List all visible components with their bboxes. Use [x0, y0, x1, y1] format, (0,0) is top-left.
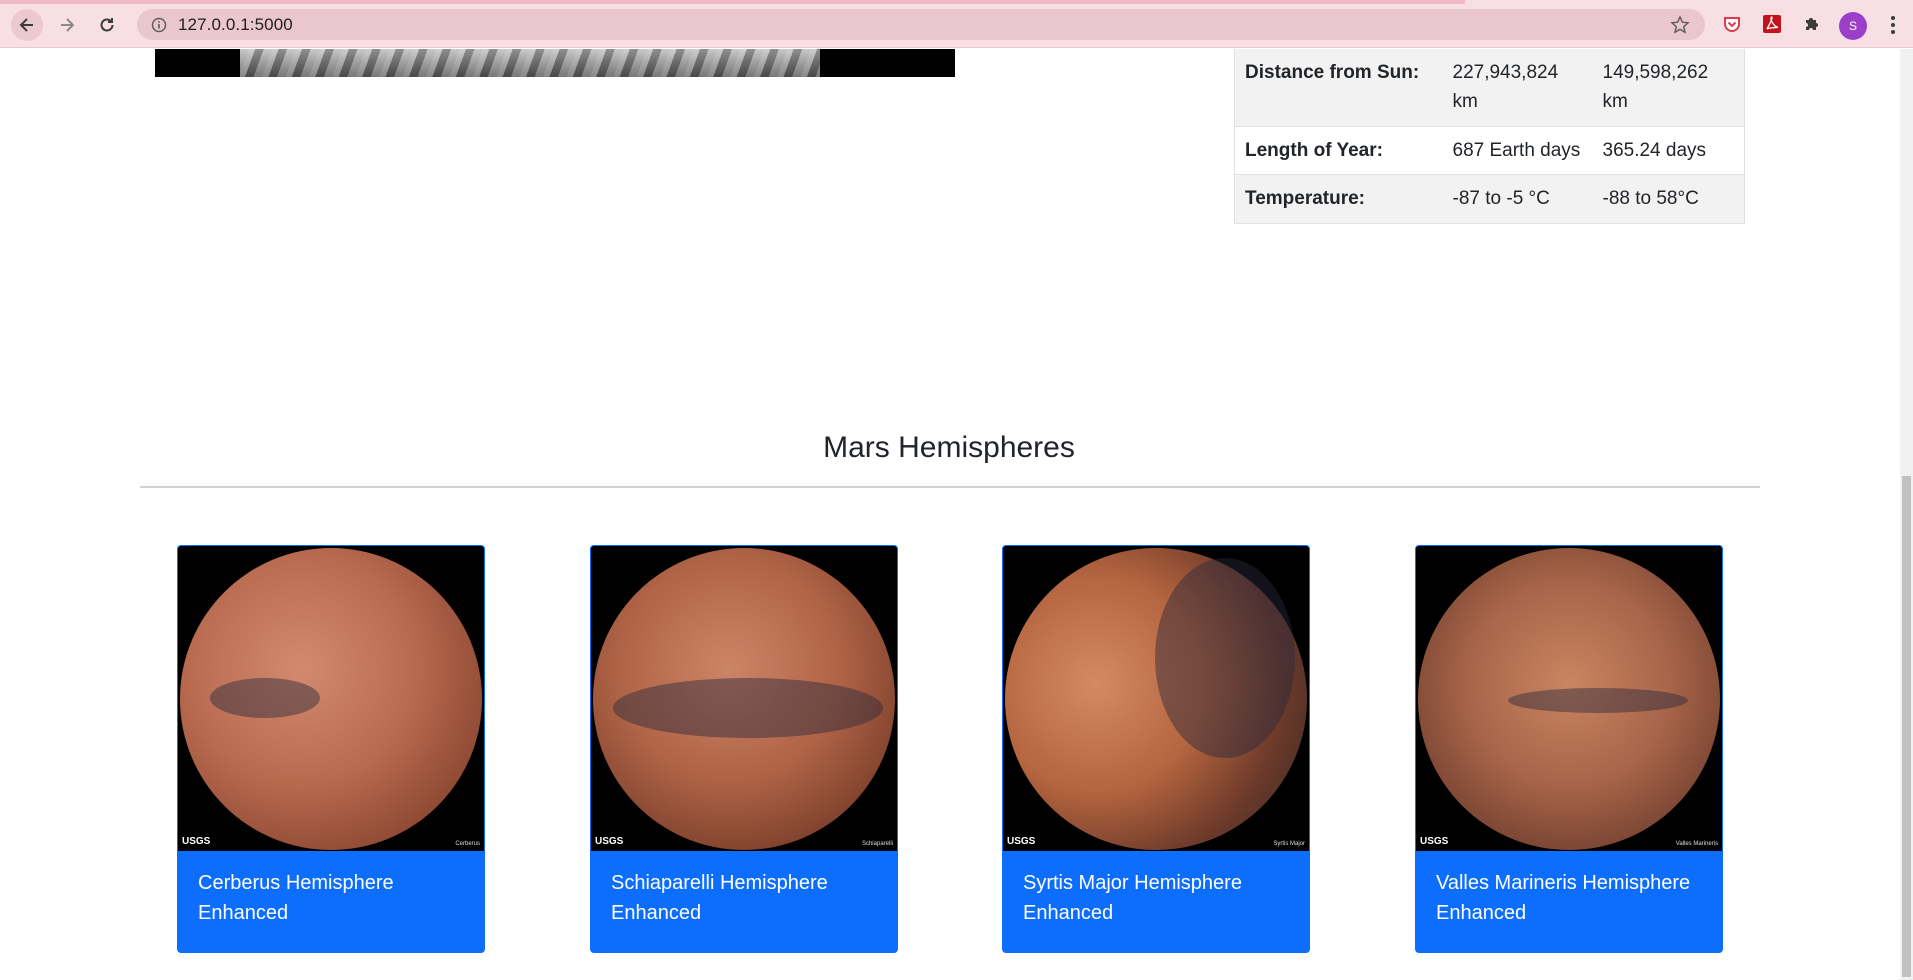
divider	[140, 486, 1760, 488]
planet-graphic	[1418, 548, 1720, 850]
fact-earth-value: -88 to 58°C	[1592, 174, 1745, 224]
hemisphere-title[interactable]: Valles Marineris Hemisphere Enhanced	[1436, 868, 1706, 929]
fact-label: Temperature:	[1234, 174, 1443, 224]
hemisphere-title[interactable]: Cerberus Hemisphere Enhanced	[198, 868, 468, 929]
browser-toolbar: 127.0.0.1:5000 S	[0, 0, 1913, 48]
vertical-scrollbar[interactable]	[1900, 49, 1913, 980]
scrollbar-thumb[interactable]	[1902, 476, 1911, 977]
url-text[interactable]: 127.0.0.1:5000	[178, 15, 293, 35]
mars-facts-table: Distance from Sun: 227,943,824 km 149,59…	[1234, 49, 1745, 224]
reload-button[interactable]	[91, 9, 123, 41]
menu-dots-icon[interactable]	[1890, 15, 1896, 35]
info-icon[interactable]	[151, 17, 167, 33]
hemisphere-card-valles-marineris[interactable]: USGS Valles Marineris Valles Marineris H…	[1415, 545, 1723, 953]
fact-mars-value: 687 Earth days	[1442, 125, 1593, 175]
image-label: Schiaparelli	[861, 841, 893, 847]
profile-avatar[interactable]: S	[1839, 12, 1867, 40]
hemisphere-card-schiaparelli[interactable]: USGS Schiaparelli Schiaparelli Hemispher…	[590, 545, 898, 953]
hemisphere-card-cerberus[interactable]: USGS Cerberus Cerberus Hemisphere Enhanc…	[177, 545, 485, 953]
featured-image	[155, 49, 955, 77]
hemisphere-title[interactable]: Syrtis Major Hemisphere Enhanced	[1023, 868, 1293, 929]
table-row: Distance from Sun: 227,943,824 km 149,59…	[1234, 49, 1745, 127]
image-label: Valles Marineris	[1675, 841, 1718, 847]
fact-earth-value: 149,598,262 km	[1592, 49, 1745, 127]
usgs-logo: USGS	[1007, 836, 1036, 847]
hemisphere-title[interactable]: Schiaparelli Hemisphere Enhanced	[611, 868, 881, 929]
surface-marking	[1508, 688, 1688, 713]
surface-marking	[1155, 558, 1295, 758]
pocket-icon	[1724, 17, 1740, 32]
forward-icon	[61, 18, 75, 32]
hemisphere-image[interactable]: USGS Cerberus	[178, 546, 484, 851]
fact-earth-value: 365.24 days	[1592, 125, 1745, 175]
hemisphere-image[interactable]: USGS Valles Marineris	[1416, 546, 1722, 851]
pdf-extension[interactable]	[1761, 13, 1783, 35]
planet-graphic	[180, 548, 482, 850]
featured-image-surface	[240, 49, 820, 77]
forward-button[interactable]	[51, 9, 83, 41]
surface-marking	[613, 678, 883, 738]
hemisphere-image[interactable]: USGS Syrtis Major	[1003, 546, 1309, 851]
usgs-logo: USGS	[182, 836, 211, 847]
fact-label: Distance from Sun:	[1234, 49, 1443, 127]
image-label: Syrtis Major	[1273, 841, 1305, 847]
planet-graphic	[1005, 548, 1307, 850]
hemispheres-heading: Mars Hemispheres	[823, 431, 1075, 464]
reload-icon	[100, 18, 114, 32]
star-icon[interactable]	[1670, 15, 1690, 35]
back-button[interactable]	[11, 9, 43, 41]
table-row: Length of Year: 687 Earth days 365.24 da…	[1234, 125, 1745, 175]
image-label: Cerberus	[455, 841, 480, 847]
hemisphere-card-syrtis-major[interactable]: USGS Syrtis Major Syrtis Major Hemispher…	[1002, 545, 1310, 953]
planet-graphic	[593, 548, 895, 850]
extensions-button[interactable]	[1801, 13, 1823, 35]
address-bar[interactable]: 127.0.0.1:5000	[137, 9, 1705, 40]
table-row: Temperature: -87 to -5 °C -88 to 58°C	[1234, 174, 1745, 224]
usgs-logo: USGS	[1420, 836, 1449, 847]
surface-marking	[210, 678, 320, 718]
hemisphere-image[interactable]: USGS Schiaparelli	[591, 546, 897, 851]
fact-mars-value: 227,943,824 km	[1442, 49, 1593, 127]
tab-strip-edge	[0, 0, 1465, 4]
pocket-extension[interactable]	[1721, 13, 1743, 35]
page-content: Distance from Sun: 227,943,824 km 149,59…	[0, 49, 1913, 980]
puzzle-icon	[1806, 18, 1818, 30]
pdf-icon	[1763, 15, 1781, 33]
usgs-logo: USGS	[595, 836, 624, 847]
fact-label: Length of Year:	[1234, 125, 1443, 175]
fact-mars-value: -87 to -5 °C	[1442, 174, 1593, 224]
back-icon	[19, 18, 33, 32]
